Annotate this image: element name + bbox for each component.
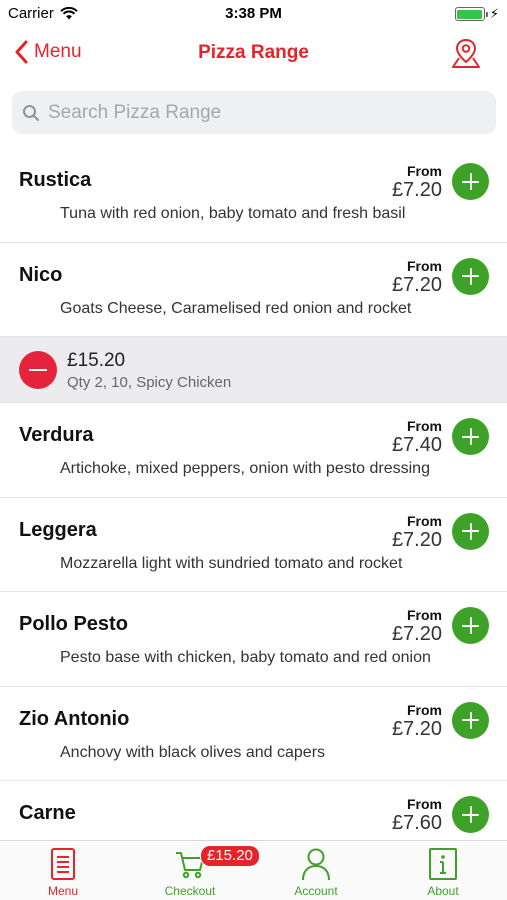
remove-button[interactable]: [19, 351, 57, 389]
item-name: Verdura: [19, 424, 94, 446]
from-label: From: [407, 796, 442, 812]
add-button[interactable]: [452, 418, 489, 455]
list-item[interactable]: Carne From £7.60: [0, 781, 507, 840]
search-icon: [23, 104, 39, 121]
nav-bar: Menu Pizza Range: [0, 28, 507, 80]
add-button[interactable]: [452, 512, 489, 550]
charging-icon: ⚡: [489, 6, 499, 21]
from-label: From: [407, 607, 442, 623]
list-item[interactable]: Zio Antonio Anchovy with black olives an…: [0, 686, 507, 781]
item-price: £7.20: [391, 273, 442, 296]
from-label: From: [407, 701, 442, 718]
item-name: Nico: [19, 263, 63, 286]
add-button[interactable]: [452, 796, 489, 833]
tab-menu[interactable]: Menu: [0, 841, 126, 900]
page-title: Pizza Range: [198, 42, 309, 63]
map-pin-icon: [452, 38, 480, 68]
basket-line-item[interactable]: £15.20 Qty 2, 10, Spicy Chicken: [0, 337, 507, 403]
item-description: Goats Cheese, Caramelised red onion and …: [60, 299, 412, 317]
list-item[interactable]: Nico Goats Cheese, Caramelised red onion…: [0, 242, 507, 337]
item-price: £7.20: [391, 717, 442, 740]
basket-line-price: £15.20: [67, 350, 126, 371]
tab-label: Menu: [47, 884, 79, 898]
tab-label: About: [427, 884, 459, 898]
from-label: From: [407, 257, 442, 274]
search-input[interactable]: [48, 101, 468, 124]
list-item[interactable]: Rustica Tuna with red onion, baby tomato…: [0, 148, 507, 243]
clock: 3:38 PM: [225, 5, 282, 22]
user-icon: [302, 848, 330, 881]
item-name: Carne: [19, 802, 76, 824]
basket-line-detail: Qty 2, 10, Spicy Chicken: [67, 374, 232, 391]
search-bar: [12, 91, 496, 134]
list-item[interactable]: Leggera Mozzarella light with sundried t…: [0, 497, 507, 592]
tab-bar: Menu Checkout Account About £15.20: [0, 840, 507, 900]
item-description: Tuna with red onion, baby tomato and fre…: [60, 205, 406, 222]
item-price: £7.20: [391, 623, 442, 645]
add-button[interactable]: [452, 607, 489, 644]
item-price: £7.20: [391, 528, 442, 551]
tab-label: Checkout: [164, 884, 216, 898]
item-description: Pesto base with chicken, baby tomato and…: [60, 649, 431, 666]
from-label: From: [407, 163, 442, 179]
battery-icon: ⚡: [454, 6, 499, 22]
tab-about[interactable]: About: [380, 841, 506, 900]
tab-label: Account: [294, 884, 338, 898]
from-label: From: [407, 512, 442, 529]
cart-total-badge: £15.20: [200, 845, 260, 867]
add-button[interactable]: [452, 701, 489, 739]
tab-account[interactable]: Account: [253, 841, 379, 900]
store-locator-button[interactable]: [451, 37, 481, 74]
item-price: £7.60: [391, 812, 442, 834]
item-description: Artichoke, mixed peppers, onion with pes…: [60, 460, 430, 477]
add-button[interactable]: [452, 163, 489, 200]
pizza-list: Rustica Tuna with red onion, baby tomato…: [0, 148, 507, 840]
item-price: £7.40: [391, 434, 442, 456]
item-name: Rustica: [19, 169, 92, 191]
item-name: Zio Antonio: [19, 707, 130, 730]
item-price: £7.20: [391, 179, 442, 201]
item-name: Pollo Pesto: [19, 613, 128, 635]
from-label: From: [407, 418, 442, 434]
list-item[interactable]: Pollo Pesto Pesto base with chicken, bab…: [0, 592, 507, 687]
info-icon: [429, 848, 457, 880]
item-description: Anchovy with black olives and capers: [60, 743, 326, 761]
menu-book-icon: [51, 848, 75, 880]
item-description: Mozzarella light with sundried tomato an…: [60, 554, 403, 572]
list-item[interactable]: Verdura Artichoke, mixed peppers, onion …: [0, 403, 507, 498]
item-name: Leggera: [19, 518, 97, 541]
status-bar: Carrier 3:38 PM ⚡: [0, 0, 507, 28]
add-button[interactable]: [452, 257, 489, 295]
